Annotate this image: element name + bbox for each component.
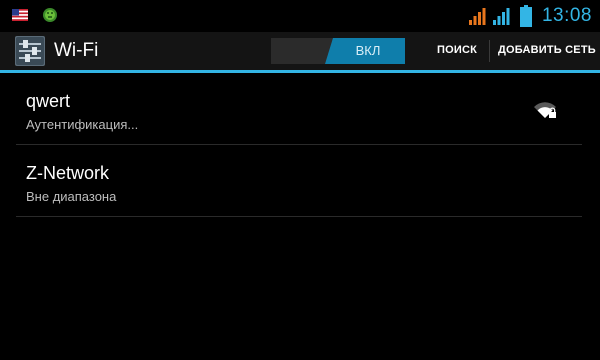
- network-item-z-network[interactable]: Z-Network Вне диапазона: [0, 145, 600, 217]
- signal-orange-icon: [468, 8, 486, 25]
- toggle-label: ВКЛ: [355, 43, 381, 58]
- page-title: Wi-Fi: [54, 40, 99, 61]
- status-bar: 13:08: [0, 0, 600, 32]
- clock: 13:08: [541, 5, 592, 26]
- network-item-qwert[interactable]: qwert Аутентификация...: [0, 73, 600, 145]
- network-status: Вне диапазона: [26, 189, 117, 204]
- network-status: Аутентификация...: [26, 117, 139, 132]
- network-list: qwert Аутентификация... Z-Network Вне ди…: [0, 73, 600, 217]
- network-name: qwert: [26, 91, 71, 111]
- network-name: Z-Network: [26, 163, 110, 183]
- action-divider: [489, 40, 490, 62]
- wifi-locked-icon: [534, 102, 556, 118]
- battery-icon: [519, 5, 532, 27]
- android-icon: [43, 8, 57, 22]
- settings-icon[interactable]: [14, 35, 46, 67]
- add-network-button[interactable]: ДОБАВИТЬ СЕТЬ: [498, 44, 596, 56]
- signal-blue-icon: [492, 8, 510, 25]
- notification-icons: [12, 7, 58, 23]
- us-flag-icon: [12, 9, 28, 21]
- wifi-toggle[interactable]: ВКЛ: [271, 38, 405, 64]
- system-icons: 13:08: [468, 3, 592, 29]
- list-divider: [16, 216, 582, 217]
- search-button[interactable]: ПОИСК: [437, 44, 477, 56]
